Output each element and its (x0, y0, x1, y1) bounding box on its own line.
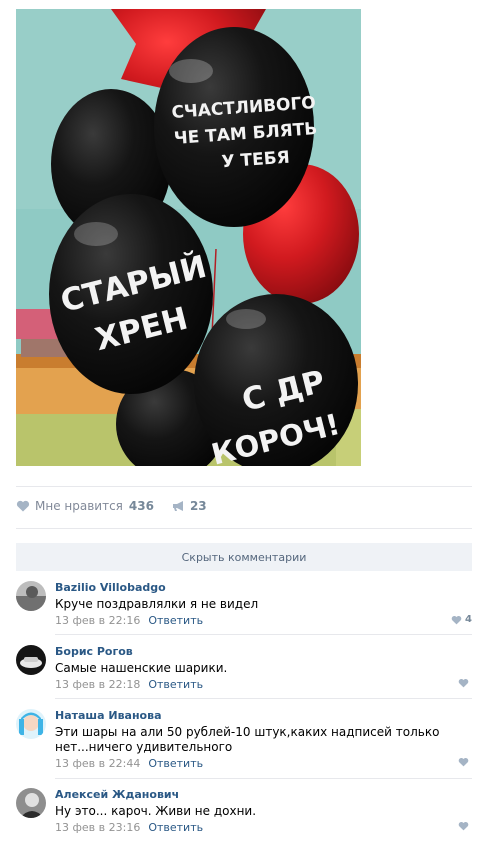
comment-date[interactable]: 13 фев в 22:18 (55, 678, 140, 691)
comment-text: Круче поздравлялки я не видел (55, 597, 259, 611)
heart-icon (458, 821, 469, 831)
actions-top-divider (16, 486, 472, 487)
comment-date[interactable]: 13 фев в 23:16 (55, 821, 140, 834)
share-button[interactable]: 23 (172, 499, 207, 513)
hide-comments-button[interactable]: Скрыть комментарии (16, 543, 472, 571)
comment-date[interactable]: 13 фев в 22:16 (55, 614, 140, 627)
comment-author[interactable]: Алексей Жданович (55, 788, 455, 802)
like-label: Мне нравится (35, 499, 123, 513)
reply-button[interactable]: Ответить (148, 757, 203, 770)
post-actions: Мне нравится 436 23 (16, 496, 225, 516)
heart-icon (458, 678, 469, 688)
actions-bottom-divider (16, 528, 472, 529)
heart-icon (16, 500, 30, 512)
share-count: 23 (189, 499, 207, 513)
comment-like-button[interactable] (458, 678, 472, 688)
like-count: 436 (128, 499, 154, 513)
avatar[interactable] (16, 788, 46, 818)
comment-like-count: 4 (465, 614, 472, 625)
comment-text: Самые нашенские шарики. (55, 661, 228, 675)
reply-button[interactable]: Ответить (148, 821, 203, 834)
avatar[interactable] (16, 709, 46, 739)
like-button[interactable]: Мне нравится 436 (16, 499, 154, 513)
comment-divider (55, 778, 472, 779)
comment-divider (55, 698, 472, 699)
heart-icon (458, 757, 469, 767)
comment-divider (55, 634, 472, 635)
comment-like-button[interactable] (458, 821, 472, 831)
comment-author[interactable]: Bazilio Villobadgo (55, 581, 455, 595)
post-photo[interactable]: СЧАСТЛИВОГО ЧЕ ТАМ БЛЯТЬ У ТЕБЯ СТАРЫЙ Х… (16, 9, 361, 466)
megaphone-icon (172, 500, 186, 512)
balloons-image: СЧАСТЛИВОГО ЧЕ ТАМ БЛЯТЬ У ТЕБЯ СТАРЫЙ Х… (16, 9, 361, 466)
avatar[interactable] (16, 645, 46, 675)
comment-author[interactable]: Наташа Иванова (55, 709, 455, 723)
heart-icon (451, 615, 462, 625)
comment-author[interactable]: Борис Рогов (55, 645, 455, 659)
reply-button[interactable]: Ответить (148, 678, 203, 691)
comment-text: Эти шары на али 50 рублей-10 штук,каких … (55, 725, 440, 754)
comment-like-button[interactable]: 4 (451, 614, 472, 625)
reply-button[interactable]: Ответить (148, 614, 203, 627)
comment-text: Ну это... кароч. Живи не дохни. (55, 804, 257, 818)
comment-date[interactable]: 13 фев в 22:44 (55, 757, 140, 770)
avatar[interactable] (16, 581, 46, 611)
comment-like-button[interactable] (458, 757, 472, 767)
